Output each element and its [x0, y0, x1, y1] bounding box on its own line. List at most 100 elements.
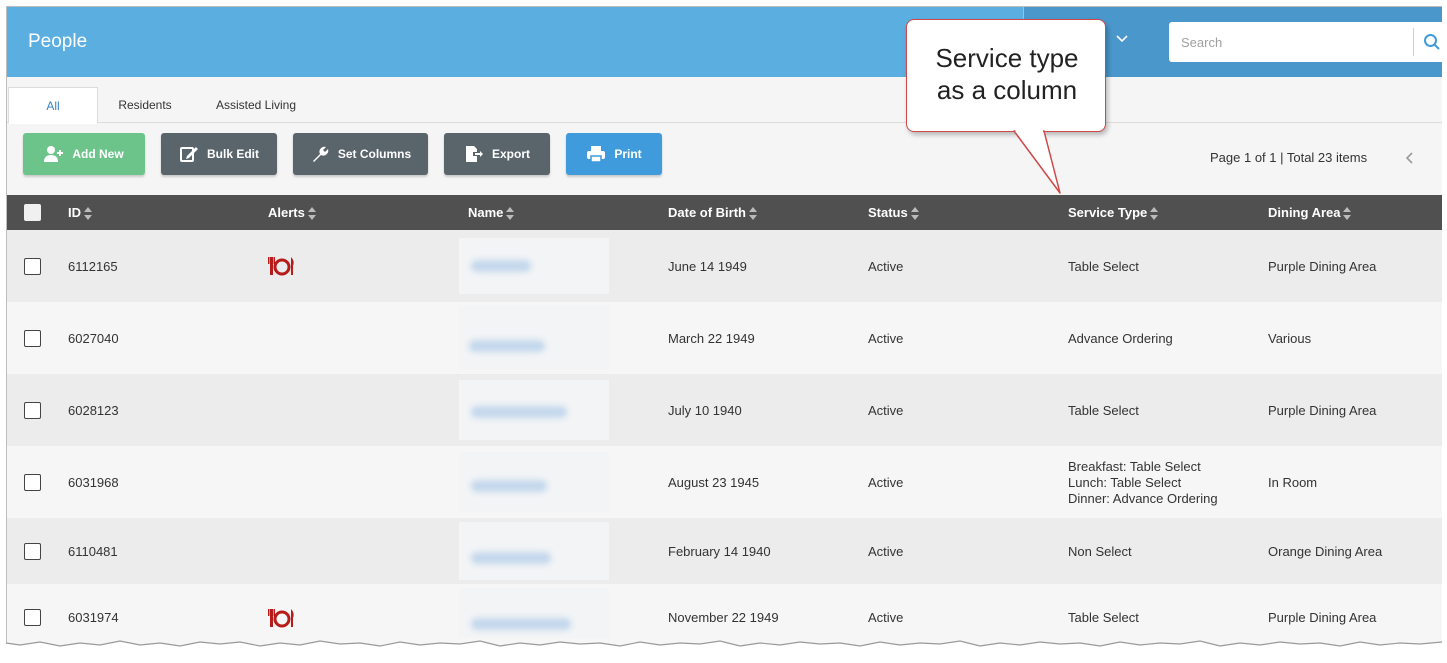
column-label: Date of Birth: [668, 205, 746, 220]
search-icon[interactable]: [1423, 33, 1441, 51]
column-label: Name: [468, 205, 504, 220]
row-checkbox[interactable]: [24, 543, 41, 560]
cell-date-of-birth: March 22 1949: [668, 331, 755, 346]
set-columns-button[interactable]: Set Columns: [293, 133, 428, 175]
bulk-edit-label: Bulk Edit: [206, 147, 259, 161]
cell-service-type: Table Select: [1068, 403, 1139, 418]
sort-icon: [1343, 207, 1352, 221]
column-header-id[interactable]: ID: [68, 195, 92, 230]
name-cell-redacted[interactable]: [459, 522, 609, 580]
callout-text: Service type as a column: [907, 42, 1107, 106]
search-box: [1169, 22, 1442, 62]
dining-alert-icon[interactable]: [268, 608, 296, 628]
row-checkbox[interactable]: [24, 474, 41, 491]
cell-id: 6027040: [68, 331, 119, 346]
chevron-down-icon[interactable]: [1113, 29, 1131, 47]
cell-status: Active: [868, 259, 904, 274]
column-label: Status: [868, 205, 908, 220]
column-header-status[interactable]: Status: [868, 195, 919, 230]
row-checkbox[interactable]: [24, 402, 41, 419]
add-new-button[interactable]: Add New: [23, 133, 145, 175]
table-row[interactable]: 6031968 August 23 1945 Active Breakfast:…: [7, 446, 1442, 518]
dining-alert-icon[interactable]: [268, 256, 296, 276]
torn-edge-decoration: [0, 640, 1447, 663]
column-label: Alerts: [268, 205, 305, 220]
cell-service-type: Table Select: [1068, 259, 1139, 274]
app-header: People: [7, 7, 1442, 77]
callout-line: as a column: [936, 75, 1078, 105]
cell-status: Active: [868, 610, 904, 625]
printer-icon: [587, 146, 606, 163]
cell-id: 6112165: [68, 259, 118, 274]
export-button[interactable]: Export: [444, 133, 550, 175]
service-type-line: Lunch: Table Select: [1068, 475, 1182, 490]
cell-dining-area: Purple Dining Area: [1268, 610, 1377, 625]
cell-date-of-birth: November 22 1949: [668, 610, 779, 625]
cell-id: 6110481: [68, 544, 118, 559]
row-checkbox[interactable]: [24, 609, 41, 626]
column-label: Service Type: [1068, 205, 1148, 220]
table-row[interactable]: 6027040 March 22 1949 Active Advance Ord…: [7, 302, 1442, 374]
column-label: Dining Area: [1268, 205, 1341, 220]
name-cell-redacted[interactable]: [459, 238, 609, 294]
cell-service-type: Advance Ordering: [1068, 331, 1173, 346]
tab-bar: All Residents Assisted Living: [7, 77, 1442, 124]
cell-dining-area: Various: [1268, 331, 1312, 346]
pagination-summary: Page 1 of 1 | Total 23 items: [1210, 150, 1368, 165]
row-checkbox[interactable]: [24, 258, 41, 275]
table-row[interactable]: 6110481 February 14 1940 Active Non Sele…: [7, 518, 1442, 584]
cell-status: Active: [868, 475, 904, 490]
sort-icon: [910, 207, 919, 221]
export-icon: [465, 146, 483, 162]
column-header-alerts[interactable]: Alerts: [268, 195, 316, 230]
callout-line: Service type: [935, 43, 1079, 73]
select-all-checkbox[interactable]: [24, 204, 41, 221]
cell-service-type: Breakfast: Table Select Lunch: Table Sel…: [1068, 459, 1218, 507]
add-user-icon: [44, 146, 64, 162]
cell-dining-area: Orange Dining Area: [1268, 544, 1383, 559]
page-title: People: [28, 31, 88, 52]
name-cell-redacted[interactable]: [459, 306, 609, 370]
column-header-service-type[interactable]: Service Type: [1068, 195, 1159, 230]
search-input[interactable]: [1169, 22, 1413, 62]
cell-status: Active: [868, 403, 904, 418]
edit-icon: [179, 147, 198, 162]
cell-status: Active: [868, 544, 904, 559]
cell-service-type: Non Select: [1068, 544, 1132, 559]
cell-id: 6028123: [68, 403, 119, 418]
sort-icon: [749, 207, 757, 221]
sort-icon: [84, 207, 92, 221]
sort-icon: [1150, 207, 1159, 221]
table-row[interactable]: 6028123 July 10 1940 Active Table Select…: [7, 374, 1442, 446]
column-header-date-of-birth[interactable]: Date of Birth: [668, 195, 757, 230]
name-cell-redacted[interactable]: [459, 452, 609, 512]
wrench-icon: [312, 146, 329, 162]
bulk-edit-button[interactable]: Bulk Edit: [161, 133, 277, 175]
service-type-line: Breakfast: Table Select: [1068, 459, 1201, 474]
name-cell-redacted[interactable]: [459, 380, 609, 440]
row-checkbox[interactable]: [24, 330, 41, 347]
column-header-name[interactable]: Name: [468, 195, 515, 230]
export-label: Export: [491, 147, 530, 161]
print-button[interactable]: Print: [566, 133, 662, 175]
cell-date-of-birth: February 14 1940: [668, 544, 771, 559]
tab-assisted-living[interactable]: Assisted Living: [203, 87, 309, 123]
cell-service-type: Table Select: [1068, 610, 1139, 625]
table-header: ID Alerts Name Date of Birth Status Serv…: [7, 195, 1442, 230]
sort-icon: [506, 207, 515, 221]
cell-dining-area: Purple Dining Area: [1268, 259, 1377, 274]
cell-date-of-birth: August 23 1945: [668, 475, 760, 490]
cell-dining-area: In Room: [1268, 475, 1318, 490]
service-type-line: Dinner: Advance Ordering: [1068, 491, 1218, 506]
cell-dining-area: Purple Dining Area: [1268, 403, 1377, 418]
cell-status: Active: [868, 331, 904, 346]
app-frame: People All Residents Assisted Living Add…: [6, 6, 1442, 654]
tab-all[interactable]: All: [8, 87, 98, 124]
column-label: ID: [68, 205, 81, 220]
table-row[interactable]: 6112165 June 14 1949 Active Table Select…: [7, 230, 1442, 302]
column-header-dining-area[interactable]: Dining Area: [1268, 195, 1352, 230]
chevron-left-icon[interactable]: [1403, 150, 1417, 166]
tab-residents[interactable]: Residents: [107, 87, 183, 123]
cell-id: 6031968: [68, 475, 119, 490]
print-label: Print: [614, 147, 642, 161]
